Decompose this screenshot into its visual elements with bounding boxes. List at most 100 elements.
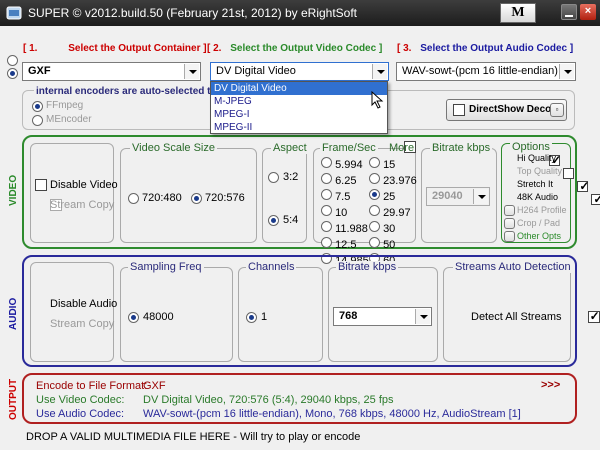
detect-all-streams-label: Detect All Streams	[471, 311, 562, 323]
mouse-cursor-icon	[371, 91, 384, 109]
channels-label: 1	[261, 311, 268, 323]
output-acodec-label: Use Audio Codec:	[36, 408, 125, 420]
fps-radio[interactable]	[321, 221, 332, 232]
stretch-checkbox[interactable]	[577, 179, 589, 193]
drop-zone-text[interactable]: DROP A VALID MULTIMEDIA FILE HERE - Will…	[26, 431, 360, 443]
video-codec-select[interactable]: DV Digital Video	[210, 62, 389, 81]
chevron-down-icon	[559, 64, 574, 79]
ffmpeg-label: FFmpeg	[46, 100, 84, 111]
dropdown-item[interactable]: MPEG-I	[211, 108, 387, 121]
fps-label: 11.988	[335, 223, 368, 235]
fps-radio[interactable]	[369, 205, 380, 216]
aspect-3-2-label: 3:2	[283, 171, 299, 183]
48k-audio-checkbox[interactable]	[591, 192, 600, 206]
freq-title: Sampling Freq	[128, 261, 204, 273]
video-codec-dropdown[interactable]: DV Digital Video M-JPEG MPEG-I MPEG-II	[210, 81, 388, 134]
fps-label: 29.97	[383, 207, 411, 219]
stretch-label: Stretch It	[517, 179, 554, 189]
output-format-label: Encode to File Format:	[36, 380, 148, 392]
detect-all-streams-checkbox[interactable]	[587, 309, 600, 323]
fps-label: 5.994	[335, 159, 363, 171]
auto-detect-title: Streams Auto Detection	[453, 261, 573, 273]
freq-label: 48000	[143, 311, 174, 323]
fps-radio[interactable]	[321, 157, 332, 168]
options-title: Options	[510, 141, 552, 153]
output-more-button[interactable]: >>>	[541, 379, 560, 391]
window-title: SUPER © v2012.build.50 (February 21st, 2…	[28, 6, 358, 20]
chevron-down-icon	[473, 189, 488, 204]
dropdown-item[interactable]: DV Digital Video	[211, 82, 387, 95]
top-quality-checkbox[interactable]	[563, 168, 575, 179]
audio-bitrate-select[interactable]: 768	[333, 307, 432, 326]
other-opts-button[interactable]	[504, 231, 515, 242]
directshow-label: DirectShow Decode	[469, 104, 563, 115]
output-section-label: OUTPUT	[8, 378, 19, 420]
freq-radio[interactable]	[128, 312, 139, 323]
audio-stream-copy-label: Stream Copy	[50, 318, 115, 330]
output-vcodec-label: Use Video Codec:	[36, 394, 125, 406]
h264-profile-label: H264 Profile	[517, 205, 567, 215]
fps-label: 15	[383, 159, 396, 171]
aspect-5-4-label: 5:4	[283, 214, 299, 226]
output-format-value: GXF	[143, 380, 166, 392]
h264-profile-button[interactable]	[504, 205, 515, 216]
audio-disable-panel	[30, 262, 114, 362]
minimize-button[interactable]	[561, 4, 577, 20]
fps-radio[interactable]	[321, 173, 332, 184]
scale-720-576-radio[interactable]	[191, 193, 202, 204]
chevron-down-icon	[372, 64, 387, 79]
chevron-down-icon	[184, 64, 199, 79]
fps-title: Frame/Sec	[320, 142, 378, 154]
container-select[interactable]: GXF	[22, 62, 201, 81]
disable-audio-label: Disable Audio	[50, 298, 118, 310]
ffmpeg-radio[interactable]	[32, 101, 43, 112]
dropdown-item[interactable]: MPEG-II	[211, 121, 387, 134]
mencoder-radio[interactable]	[32, 115, 43, 126]
48k-audio-label: 48K Audio	[517, 192, 559, 202]
directshow-decode-button[interactable]: DirectShow Decode ▫	[446, 99, 567, 121]
fps-radio[interactable]	[369, 189, 380, 200]
m-button[interactable]: M	[500, 3, 536, 23]
fps-radio[interactable]	[369, 221, 380, 232]
video-bitrate-select[interactable]: 29040	[426, 187, 490, 206]
close-button[interactable]: ×	[580, 4, 596, 20]
title-bar[interactable]: SUPER © v2012.build.50 (February 21st, 2…	[0, 0, 600, 26]
app-icon	[6, 6, 22, 20]
aspect-5-4-radio[interactable]	[268, 215, 279, 226]
fps-label: 7.5	[335, 191, 351, 203]
scale-title: Video Scale Size	[130, 142, 217, 154]
fps-label: 12.5	[335, 239, 357, 251]
aspect-3-2-radio[interactable]	[268, 172, 279, 183]
scale-720-480-radio[interactable]	[128, 193, 139, 204]
crop-pad-button[interactable]	[504, 218, 515, 229]
disable-video-checkbox[interactable]	[35, 179, 47, 191]
fps-radio[interactable]	[369, 237, 380, 248]
directshow-settings-icon[interactable]: ▫	[550, 103, 564, 117]
fps-radio[interactable]	[321, 189, 332, 200]
channels-title: Channels	[246, 261, 297, 273]
mode-radio-2[interactable]	[7, 68, 18, 79]
fps-radio[interactable]	[321, 237, 332, 248]
mode-radio-1[interactable]	[7, 55, 18, 66]
fps-radio[interactable]	[321, 205, 332, 216]
fps-grid: 5.994 15 6.25 23.976 7.5 25 10 29.97 11.…	[321, 157, 417, 267]
directshow-checkbox[interactable]	[453, 104, 465, 116]
aspect-panel	[262, 148, 307, 243]
dropdown-item[interactable]: M-JPEG	[211, 95, 387, 108]
video-section-label: VIDEO	[8, 174, 19, 206]
audio-codec-select[interactable]: WAV-sowt-(pcm 16 little-endian)	[396, 62, 576, 81]
output-vcodec-value: DV Digital Video, 720:576 (5:4), 29040 k…	[143, 394, 394, 406]
channels-radio[interactable]	[246, 312, 257, 323]
fps-label: 50	[383, 239, 396, 251]
header-container: [ 1. Select the Output Container ]	[23, 43, 207, 54]
fps-label: 25	[383, 191, 396, 203]
video-bitrate-title: Bitrate kbps	[430, 142, 493, 154]
fps-radio[interactable]	[369, 173, 380, 184]
fps-label: 23.976	[383, 175, 417, 187]
other-opts-label: Other Opts	[517, 231, 562, 241]
fps-radio[interactable]	[369, 157, 380, 168]
fps-more-label: More	[389, 142, 415, 154]
disable-video-label: Disable Video	[50, 179, 118, 191]
top-quality-label: Top Quality	[517, 166, 563, 176]
scale-720-576-label: 720:576	[205, 192, 245, 204]
